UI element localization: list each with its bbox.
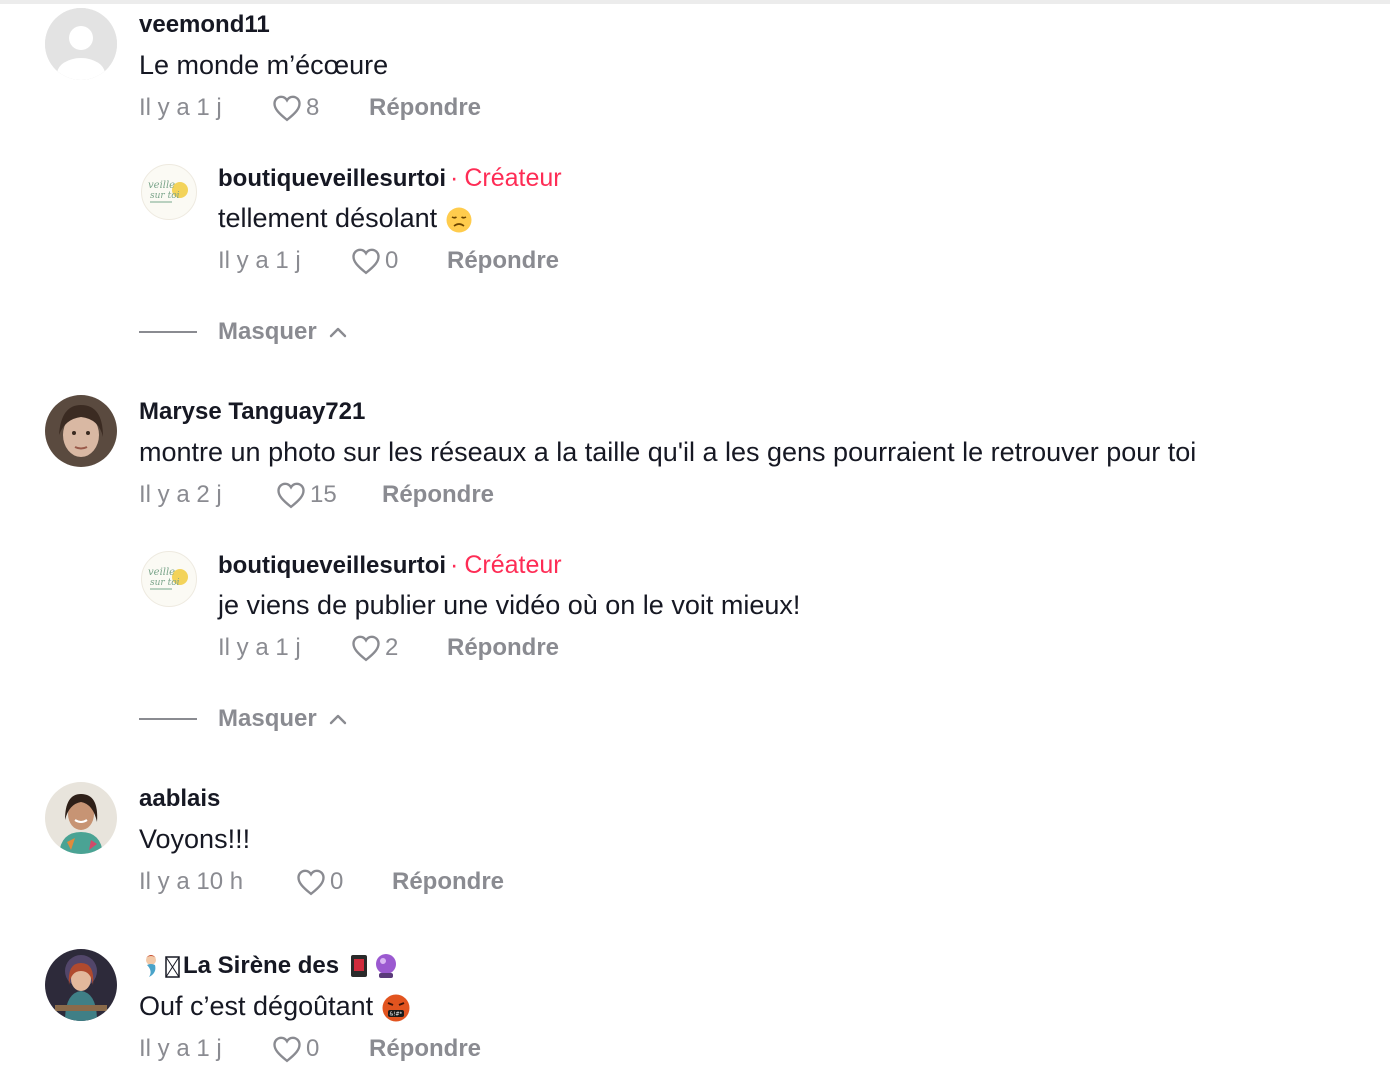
- reply-button[interactable]: Répondre: [382, 481, 494, 509]
- comment-text: Le monde m’écœure: [139, 50, 389, 80]
- like-count: 2: [385, 634, 399, 661]
- heart-icon: [273, 1036, 301, 1063]
- reply-username[interactable]: boutiqueveillesurtoi · Créateur: [218, 164, 562, 193]
- avatar[interactable]: [45, 8, 117, 80]
- reply-time: Il y a 1 j: [218, 634, 301, 661]
- comment-text-content: Ouf c’est dégoûtant: [139, 991, 374, 1021]
- mermaid-art-avatar-icon: [45, 949, 117, 1021]
- avatar[interactable]: [45, 782, 117, 854]
- comment-text: Voyons!!!: [139, 824, 251, 854]
- comment-username[interactable]: Maryse Tanguay721: [139, 398, 365, 426]
- creator-avatar[interactable]: veille sur toi: [141, 551, 197, 607]
- avatar[interactable]: [45, 949, 117, 1021]
- like-button[interactable]: 2: [351, 634, 398, 662]
- comment-text: montre un photo sur les réseaux a la tai…: [139, 437, 1197, 467]
- hide-replies-divider: [139, 331, 197, 333]
- creator-badge: Créateur: [464, 164, 562, 192]
- card-emoji-icon: [351, 955, 368, 977]
- cursing-face-emoji-icon: &!#*: [382, 994, 410, 1022]
- reply-button[interactable]: Répondre: [369, 94, 481, 122]
- hide-replies-label: Masquer: [218, 318, 317, 345]
- creator-avatar[interactable]: veille sur toi: [141, 164, 197, 220]
- like-button[interactable]: 15: [276, 481, 337, 509]
- reply-time: Il y a 1 j: [218, 247, 301, 274]
- reply-button[interactable]: Répondre: [447, 634, 559, 662]
- comment-text: Ouf c’est dégoûtant &!#*: [139, 991, 411, 1023]
- like-button[interactable]: 0: [351, 247, 398, 275]
- like-count: 0: [306, 1035, 320, 1062]
- creator-separator: ·: [450, 551, 459, 579]
- like-button[interactable]: 8: [272, 94, 319, 122]
- svg-text:veille: veille: [148, 567, 175, 578]
- reply-button[interactable]: Répondre: [447, 247, 559, 275]
- svg-text:sur toi: sur toi: [150, 578, 180, 588]
- like-button[interactable]: 0: [272, 1035, 319, 1063]
- hide-replies-divider: [139, 718, 197, 720]
- reply-text: tellement désolant: [218, 203, 473, 234]
- unknown-glyph-icon: [165, 956, 180, 978]
- heart-icon: [352, 635, 380, 662]
- like-button[interactable]: 0: [296, 868, 343, 896]
- comment-username[interactable]: La Sirène des: [139, 952, 399, 980]
- disappointed-face-emoji-icon: [446, 207, 472, 233]
- reply-username-text: boutiqueveillesurtoi: [218, 552, 447, 579]
- comment-time: Il y a 1 j: [139, 94, 222, 121]
- heart-icon: [277, 482, 305, 509]
- svg-text:sur toi: sur toi: [150, 191, 180, 201]
- heart-icon: [352, 248, 380, 275]
- mermaid-emoji-icon: [146, 955, 156, 977]
- reply-username-text: boutiqueveillesurtoi: [218, 165, 447, 192]
- svg-text:veille: veille: [148, 180, 175, 191]
- logo-icon: veille sur toi: [148, 567, 188, 590]
- like-count: 8: [306, 94, 320, 121]
- like-count: 0: [330, 868, 344, 895]
- avatar[interactable]: [45, 395, 117, 467]
- logo-icon: veille sur toi: [148, 180, 188, 203]
- comment-username[interactable]: veemond11: [139, 11, 270, 39]
- like-count: 15: [310, 481, 337, 508]
- like-count: 0: [385, 247, 399, 274]
- svg-text:&!#*: &!#*: [389, 1011, 402, 1017]
- comment-time: Il y a 1 j: [139, 1035, 222, 1062]
- hide-replies-button[interactable]: Masquer: [218, 705, 347, 733]
- comment-username[interactable]: aablais: [139, 785, 220, 813]
- hide-replies-button[interactable]: Masquer: [218, 318, 347, 346]
- chevron-up-icon: [329, 327, 346, 338]
- reply-username[interactable]: boutiqueveillesurtoi · Créateur: [218, 551, 562, 580]
- woman-photo-avatar-icon: [45, 395, 117, 467]
- reply-text-content: tellement désolant: [218, 203, 438, 233]
- creator-separator: ·: [450, 164, 459, 192]
- chevron-up-icon: [329, 714, 346, 725]
- comment-time: Il y a 2 j: [139, 481, 222, 508]
- heart-icon: [273, 95, 301, 122]
- hide-replies-label: Masquer: [218, 705, 317, 732]
- top-divider: [0, 0, 1390, 4]
- creator-badge: Créateur: [464, 551, 562, 579]
- comment-username-text: La Sirène des: [183, 952, 340, 979]
- reply-text: je viens de publier une vidéo où on le v…: [218, 590, 801, 620]
- heart-icon: [297, 869, 325, 896]
- crystal-ball-emoji-icon: [376, 954, 397, 978]
- woman-smiling-avatar-icon: [45, 782, 117, 854]
- comment-time: Il y a 10 h: [139, 868, 244, 895]
- default-avatar-icon: [45, 8, 117, 80]
- reply-button[interactable]: Répondre: [392, 868, 504, 896]
- reply-button[interactable]: Répondre: [369, 1035, 481, 1063]
